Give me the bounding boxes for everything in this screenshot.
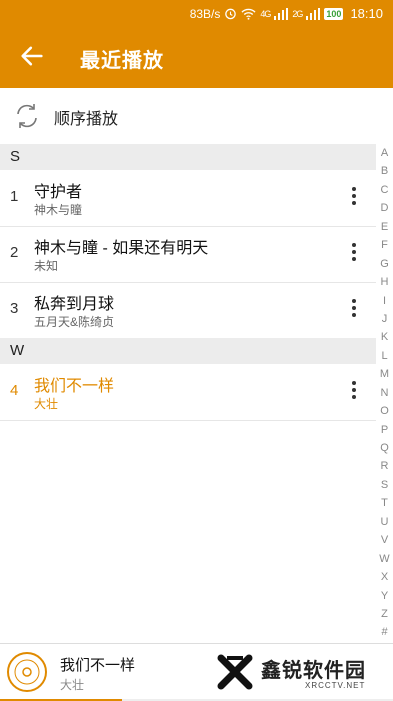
index-letter[interactable]: C: [376, 181, 393, 199]
index-letter[interactable]: M: [376, 365, 393, 383]
song-row[interactable]: 1 守护者 神木与瞳: [0, 170, 376, 227]
clock: 18:10: [350, 6, 383, 21]
index-letter[interactable]: S: [376, 476, 393, 494]
song-index: 2: [10, 244, 19, 261]
index-letter[interactable]: Y: [376, 587, 393, 605]
song-title: 我们不一样: [34, 378, 115, 395]
song-index: 1: [10, 188, 19, 205]
watermark-logo-icon: [217, 654, 253, 690]
alarm-icon: [225, 8, 237, 20]
index-letter[interactable]: V: [376, 531, 393, 549]
more-options-icon[interactable]: [342, 378, 366, 404]
more-options-icon[interactable]: [342, 296, 366, 322]
song-artist: 大壮: [34, 397, 59, 411]
song-artist: 未知: [34, 259, 59, 273]
song-title: 私奔到月球: [34, 296, 115, 313]
song-row-playing[interactable]: 4 我们不一样 大壮: [0, 364, 376, 421]
section-letter: S: [10, 148, 21, 165]
index-letter[interactable]: R: [376, 457, 393, 475]
index-letter[interactable]: N: [376, 384, 393, 402]
index-letter[interactable]: I: [376, 292, 393, 310]
index-letter[interactable]: X: [376, 568, 393, 586]
app-bar: 83B/s 4G 2G 100 18:10 最近播放: [0, 0, 393, 88]
index-letter[interactable]: P: [376, 421, 393, 439]
album-disc-icon: [7, 652, 47, 692]
more-options-icon[interactable]: [342, 184, 366, 210]
index-letter[interactable]: T: [376, 494, 393, 512]
song-index: 4: [10, 382, 19, 399]
index-letter[interactable]: B: [376, 162, 393, 180]
signal-label-1: 4G: [260, 8, 271, 19]
status-bar: 83B/s 4G 2G 100 18:10: [0, 0, 393, 28]
signal-icon-2: [306, 7, 321, 20]
index-letter[interactable]: A: [376, 144, 393, 162]
signal-icon: [274, 7, 289, 20]
signal-label-2: 2G: [292, 8, 303, 19]
back-arrow-icon[interactable]: [18, 42, 46, 70]
watermark-sub: XRCCTV.NET: [305, 681, 366, 690]
play-mode-button[interactable]: 顺序播放: [0, 88, 393, 142]
song-row[interactable]: 3 私奔到月球 五月天&陈绮贞: [0, 282, 376, 339]
now-playing-artist: 大壮: [60, 678, 85, 692]
song-artist: 神木与瞳: [34, 203, 83, 217]
section-letter: W: [10, 342, 25, 359]
index-letter[interactable]: L: [376, 347, 393, 365]
index-letter[interactable]: W: [376, 550, 393, 568]
wifi-icon: [241, 8, 256, 20]
index-letter[interactable]: O: [376, 402, 393, 420]
index-letter[interactable]: G: [376, 255, 393, 273]
section-header-w: W: [0, 338, 376, 364]
battery-icon: 100: [324, 7, 344, 20]
now-playing-title: 我们不一样: [60, 657, 136, 674]
index-letter[interactable]: U: [376, 513, 393, 531]
watermark-text: 鑫锐软件园: [261, 660, 366, 682]
page-title: 最近播放: [80, 50, 164, 72]
more-options-icon[interactable]: [342, 240, 366, 266]
song-index: 3: [10, 300, 19, 317]
song-title: 守护者: [34, 184, 83, 201]
song-artist: 五月天&陈绮贞: [34, 315, 115, 329]
index-letter[interactable]: D: [376, 199, 393, 217]
song-row[interactable]: 2 神木与瞳 - 如果还有明天 未知: [0, 226, 376, 283]
index-letter[interactable]: E: [376, 218, 393, 236]
index-letter[interactable]: H: [376, 273, 393, 291]
index-letter[interactable]: K: [376, 328, 393, 346]
alphabet-index[interactable]: A B C D E F G H I J K L M N O P Q R S T U V W X Y Z #: [376, 144, 393, 642]
watermark: 鑫锐软件园 XRCCTV.NET: [215, 648, 385, 696]
net-speed: 83B/s: [189, 6, 221, 21]
index-letter[interactable]: Q: [376, 439, 393, 457]
index-letter[interactable]: #: [376, 623, 393, 641]
index-letter[interactable]: J: [376, 310, 393, 328]
index-letter[interactable]: Z: [376, 605, 393, 623]
play-mode-label: 顺序播放: [54, 111, 119, 128]
section-header-s: S: [0, 144, 376, 170]
toolbar: 最近播放: [0, 28, 393, 88]
song-title: 神木与瞳 - 如果还有明天: [34, 240, 209, 257]
repeat-icon: [17, 104, 37, 128]
index-letter[interactable]: F: [376, 236, 393, 254]
